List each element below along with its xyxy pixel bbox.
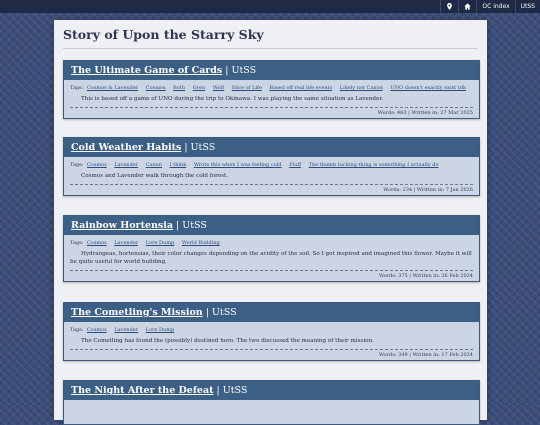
top-nav-bar: OC index UtSS: [0, 0, 540, 13]
page-title: Story of Upon the Starry Sky: [63, 27, 264, 42]
story-fandom: UtSS: [182, 220, 207, 231]
title-separator: |: [184, 142, 188, 153]
story-card-body: Tags: Cosmos Lavender Lore Dump The Come…: [64, 322, 479, 360]
story-tags: Tags: Cosmos Lavender Canon I think Wrot…: [70, 161, 473, 169]
story-summary: Cosmos and Lavender walk through the col…: [81, 173, 229, 179]
tag-link[interactable]: Wolf: [213, 85, 224, 91]
tag-link[interactable]: Wrote this when I was feeling cold: [194, 162, 282, 168]
tags-label: Tags:: [70, 240, 84, 246]
story-card-header: The Cometling's Mission | UtSS: [64, 303, 479, 322]
story-card: Rainbow Hortensia | UtSS Tags: Cosmos La…: [63, 215, 480, 282]
tag-link[interactable]: Cosmos: [87, 327, 107, 333]
story-card-header: Rainbow Hortensia | UtSS: [64, 216, 479, 235]
tag-link[interactable]: Slice of Life: [232, 85, 262, 91]
page-container: Story of Upon the Starry Sky The Ultimat…: [54, 20, 487, 425]
story-card-body: Tags: Cosmos & Lavender Cosmos Both Gren…: [64, 80, 479, 118]
tags-label: Tags:: [70, 85, 84, 91]
story-card-header: The Night After the Defeat | UtSS: [64, 381, 479, 400]
tag-link[interactable]: Lore Dump: [146, 240, 174, 246]
story-title-link[interactable]: The Cometling's Mission: [71, 307, 203, 318]
story-card-header: The Ultimate Game of Cards | UtSS: [64, 61, 479, 80]
title-separator: |: [205, 307, 209, 318]
home-icon: [464, 3, 472, 10]
utss-link[interactable]: UtSS: [514, 0, 540, 13]
tag-link[interactable]: Lore Dump: [146, 327, 174, 333]
tag-link[interactable]: Lavender: [114, 162, 138, 168]
story-fandom: UtSS: [231, 65, 257, 76]
tag-link[interactable]: Fluff: [289, 162, 301, 168]
story-fandom: UtSS: [222, 385, 248, 396]
tag-link[interactable]: Lavender: [114, 327, 138, 333]
tag-link[interactable]: Cosmos & Lavender: [87, 85, 138, 91]
story-card: Cold Weather Habits | UtSS Tags: Cosmos …: [63, 137, 480, 196]
title-separator: |: [176, 220, 180, 231]
story-fandom: UtSS: [211, 307, 237, 318]
story-summary: This is based off a game of UNO during t…: [81, 96, 384, 102]
story-meta: Words: 463 | Written in: 27 Mar 2025: [377, 110, 473, 116]
story-tags: Tags: Cosmos Lavender Lore Dump World Bu…: [70, 239, 473, 247]
story-meta: Words: 349 | Written in: 17 Feb 2024: [378, 352, 473, 358]
story-card: The Ultimate Game of Cards | UtSS Tags: …: [63, 60, 480, 119]
story-card-body: Tags: Cosmos Lavender Canon I think Wrot…: [64, 157, 479, 195]
story-summary: The Cometling has found the (possibly) d…: [81, 338, 374, 344]
story-card-body: Tags: Cosmos Lavender Lore Dump World Bu…: [64, 235, 479, 281]
title-separator: |: [225, 65, 229, 76]
location-button[interactable]: [440, 0, 458, 13]
tag-link[interactable]: Based off real life events: [269, 85, 332, 91]
tag-link[interactable]: UNO doesn't exactly exist tdk: [390, 85, 466, 91]
story-title-link[interactable]: Rainbow Hortensia: [71, 220, 173, 231]
title-divider: [63, 48, 478, 49]
tag-link[interactable]: Cosmos: [87, 162, 107, 168]
story-title-link[interactable]: The Night After the Defeat: [71, 385, 214, 396]
map-pin-icon: [447, 3, 453, 10]
story-meta: Words: 375 | Written in: 26 Feb 2024: [378, 273, 473, 279]
tag-link[interactable]: Gren: [193, 85, 206, 91]
oc-index-link[interactable]: OC index: [476, 0, 514, 13]
tag-link[interactable]: World Building: [182, 240, 220, 246]
story-summary: Hydrangeas, hortensias, their color chan…: [70, 251, 472, 265]
tag-link[interactable]: Both: [173, 85, 185, 91]
tag-link[interactable]: Lavender: [114, 240, 138, 246]
tag-link[interactable]: The thumb tucking thing is something I a…: [309, 162, 439, 168]
tag-link[interactable]: Cosmos: [146, 85, 166, 91]
story-card: The Cometling's Mission | UtSS Tags: Cos…: [63, 302, 480, 361]
story-tags: Tags: Cosmos Lavender Lore Dump: [70, 326, 473, 334]
title-separator: |: [216, 385, 220, 396]
tag-link[interactable]: Canon: [146, 162, 162, 168]
story-card-body: [64, 400, 479, 424]
story-fandom: UtSS: [190, 142, 216, 153]
tag-link[interactable]: Likely not Canon: [340, 85, 383, 91]
tags-label: Tags:: [70, 327, 84, 333]
tags-label: Tags:: [70, 162, 84, 168]
story-card-header: Cold Weather Habits | UtSS: [64, 138, 479, 157]
story-title-link[interactable]: Cold Weather Habits: [71, 142, 181, 153]
story-card: The Night After the Defeat | UtSS: [63, 380, 480, 425]
tag-link[interactable]: Cosmos: [87, 240, 107, 246]
story-title-link[interactable]: The Ultimate Game of Cards: [71, 65, 222, 76]
story-meta: Words: 234 | Written in: 7 Jan 2026: [383, 187, 473, 193]
tag-link[interactable]: I think: [170, 162, 187, 168]
story-tags: Tags: Cosmos & Lavender Cosmos Both Gren…: [70, 84, 473, 92]
home-button[interactable]: [458, 0, 476, 13]
